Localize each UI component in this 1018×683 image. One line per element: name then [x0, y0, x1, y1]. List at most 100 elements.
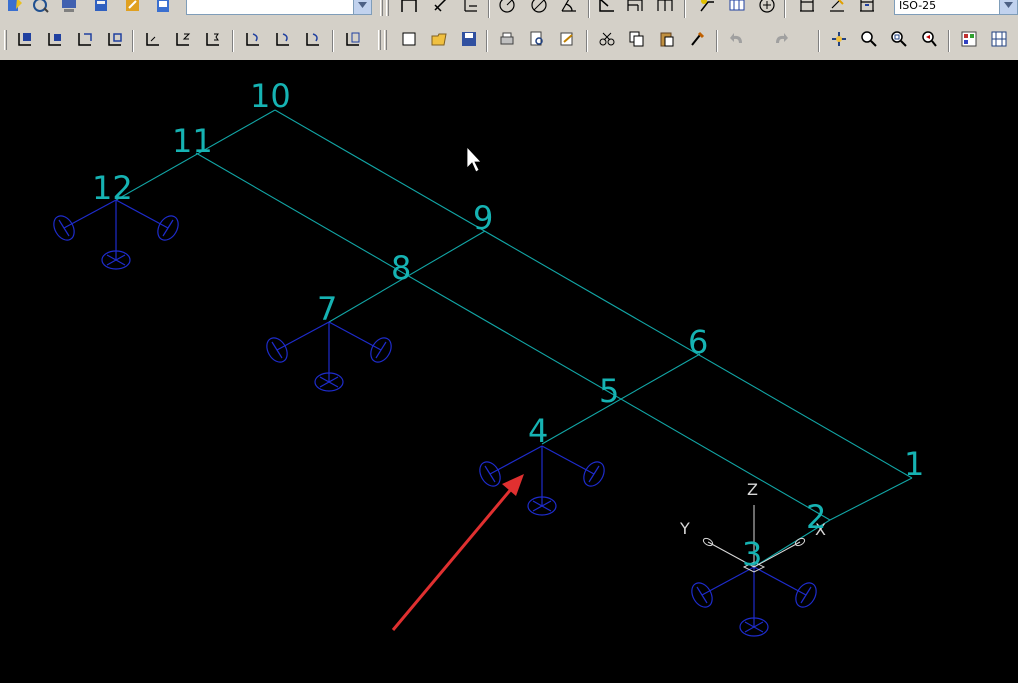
toolbar-grip[interactable] [384, 30, 387, 50]
design-center-palette-icon[interactable] [988, 28, 1010, 50]
toolbar-separator [488, 0, 490, 18]
pipe-run [274, 109, 913, 479]
toolbar-separator [684, 0, 686, 18]
ucs-3point-icon[interactable] [202, 28, 224, 50]
diameter-dimension-icon[interactable] [528, 0, 550, 16]
plot-preview-icon[interactable] [526, 28, 548, 50]
center-mark-icon[interactable] [756, 0, 778, 16]
paste-icon[interactable] [656, 28, 678, 50]
quick-dimension-icon[interactable] [596, 0, 618, 16]
mouse-cursor-icon [466, 145, 482, 173]
toolbar-separator [588, 0, 590, 18]
ucs-face-icon[interactable] [74, 28, 96, 50]
pan-icon[interactable] [828, 28, 850, 50]
markup-icon[interactable] [122, 0, 144, 16]
sheet-set-icon[interactable] [152, 0, 174, 16]
node-label: 7 [317, 290, 337, 328]
copy-icon[interactable] [626, 28, 648, 50]
continue-dimension-icon[interactable] [654, 0, 676, 16]
toolbar-grip[interactable] [4, 30, 7, 50]
toolbar-separator [486, 30, 488, 52]
layer-combo[interactable] [186, 0, 372, 15]
support-symbol [479, 445, 605, 516]
annotation-arrow [391, 474, 524, 631]
new-icon[interactable] [398, 28, 420, 50]
dimension-update-icon[interactable] [856, 0, 878, 16]
node-label: 8 [391, 249, 411, 287]
toolbar-separator [132, 30, 134, 52]
node-label: 3 [742, 535, 762, 573]
toolbar-grip[interactable] [386, 0, 389, 16]
angular-dimension-icon[interactable] [558, 0, 580, 16]
baseline-dimension-icon[interactable] [624, 0, 646, 16]
aligned-dimension-icon[interactable] [430, 0, 452, 16]
node-label: 2 [806, 498, 826, 536]
toolbar-separator [716, 30, 718, 52]
toolbar-separator [948, 30, 950, 52]
zoom-realtime-icon[interactable] [858, 28, 880, 50]
toolbar-area: ISO-25 [0, 0, 1018, 62]
ucs-world-icon[interactable] [14, 28, 36, 50]
undo-icon[interactable] [726, 28, 748, 50]
node-label: 11 [172, 122, 213, 160]
drawing-canvas[interactable]: Z Y X 1 2 3 4 5 6 7 8 9 10 11 12 [0, 60, 1018, 683]
toolbar-grip[interactable] [380, 0, 383, 16]
ucs-z-icon[interactable] [302, 28, 324, 50]
node-label: 4 [528, 412, 548, 450]
match-properties-icon[interactable] [686, 28, 708, 50]
plot-icon[interactable] [496, 28, 518, 50]
toolbar-row-bottom [0, 28, 1018, 52]
properties-palette-icon[interactable] [958, 28, 980, 50]
model-space: Z Y X 1 2 3 4 5 6 7 8 9 10 11 12 [53, 77, 924, 637]
toolbar-separator [232, 30, 234, 52]
chevron-down-icon[interactable] [999, 0, 1017, 14]
dimension-text-edit-icon[interactable] [826, 0, 848, 16]
ucs-zaxis-icon[interactable] [172, 28, 194, 50]
chevron-down-icon[interactable] [353, 0, 371, 14]
dimension-edit-icon[interactable] [796, 0, 818, 16]
support-symbols [53, 199, 817, 637]
node-label: 6 [688, 323, 708, 361]
redo-icon[interactable] [770, 28, 792, 50]
ucs-z-label: Z [747, 480, 758, 499]
tolerance-icon[interactable] [726, 0, 748, 16]
pipe-lines [115, 109, 913, 568]
toolbar-separator [818, 30, 820, 52]
ucs-object-icon[interactable] [44, 28, 66, 50]
ucs-x-icon[interactable] [242, 28, 264, 50]
ucs-y-icon[interactable] [272, 28, 294, 50]
match-icon[interactable] [30, 0, 52, 16]
dim-style-combo[interactable]: ISO-25 [894, 0, 1018, 15]
pipe-run [195, 152, 831, 521]
ordinate-dimension-icon[interactable] [460, 0, 482, 16]
zoom-previous-icon[interactable] [918, 28, 940, 50]
cut-icon[interactable] [596, 28, 618, 50]
toolbar-row-top: ISO-25 [0, 0, 1018, 18]
open-icon[interactable] [428, 28, 450, 50]
support-symbol [266, 321, 392, 392]
linear-dimension-icon[interactable] [398, 0, 420, 16]
publish-icon[interactable] [556, 28, 578, 50]
node-label: 1 [904, 445, 924, 483]
ucs-view-icon[interactable] [104, 28, 126, 50]
node-label: 5 [599, 372, 619, 410]
node-label: 9 [473, 199, 493, 237]
save-icon[interactable] [458, 28, 480, 50]
ucs-origin-icon[interactable] [142, 28, 164, 50]
support-symbol [53, 199, 179, 270]
ucs-y-label: Y [679, 519, 690, 538]
toolbar-separator [332, 30, 334, 52]
radius-dimension-icon[interactable] [496, 0, 518, 16]
properties-icon[interactable] [4, 0, 26, 16]
design-center-icon[interactable] [58, 0, 80, 16]
node-labels: 1 2 3 4 5 6 7 8 9 10 11 12 [92, 77, 924, 573]
ucs-apply-icon[interactable] [342, 28, 364, 50]
node-label: 12 [92, 169, 133, 207]
support-symbol [691, 566, 817, 637]
toolbar-separator [784, 0, 786, 18]
zoom-window-icon[interactable] [888, 28, 910, 50]
leader-icon[interactable] [696, 0, 718, 16]
tool-palettes-icon[interactable] [90, 0, 112, 16]
toolbar-grip[interactable] [378, 30, 381, 50]
toolbar-separator [586, 30, 588, 52]
